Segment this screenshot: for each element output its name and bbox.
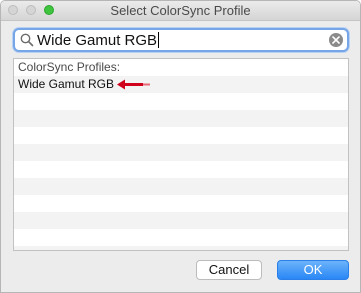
search-input-value: Wide Gamut RGB <box>37 32 158 49</box>
title-bar: Select ColorSync Profile <box>1 1 360 21</box>
list-section-header: ColorSync Profiles: <box>18 60 121 74</box>
annotation-arrow-icon <box>117 79 150 90</box>
clear-icon <box>332 36 340 44</box>
dialog-window: Select ColorSync Profile Wide Gamut RGB … <box>0 0 361 293</box>
list-row-empty <box>14 229 348 246</box>
ok-button[interactable]: OK <box>277 260 349 280</box>
list-row-empty <box>14 127 348 144</box>
search-input[interactable]: Wide Gamut RGB <box>37 32 160 49</box>
text-caret <box>158 32 160 48</box>
clear-search-button[interactable] <box>329 33 343 47</box>
list-row-empty <box>14 195 348 212</box>
list-row-empty <box>14 93 348 110</box>
list-item-label: Wide Gamut RGB <box>18 77 115 91</box>
window-title: Select ColorSync Profile <box>110 3 251 18</box>
profile-list[interactable]: ColorSync Profiles: Wide Gamut RGB <box>13 58 349 251</box>
search-icon <box>20 33 34 52</box>
list-item[interactable]: Wide Gamut RGB <box>14 76 348 93</box>
list-row-empty <box>14 178 348 195</box>
cancel-button[interactable]: Cancel <box>196 260 262 280</box>
list-row-empty <box>14 110 348 127</box>
list-row-empty <box>14 144 348 161</box>
search-field[interactable]: Wide Gamut RGB <box>13 28 349 52</box>
list-row-empty <box>14 161 348 178</box>
list-row-empty <box>14 212 348 229</box>
list-row-empty <box>14 246 348 250</box>
